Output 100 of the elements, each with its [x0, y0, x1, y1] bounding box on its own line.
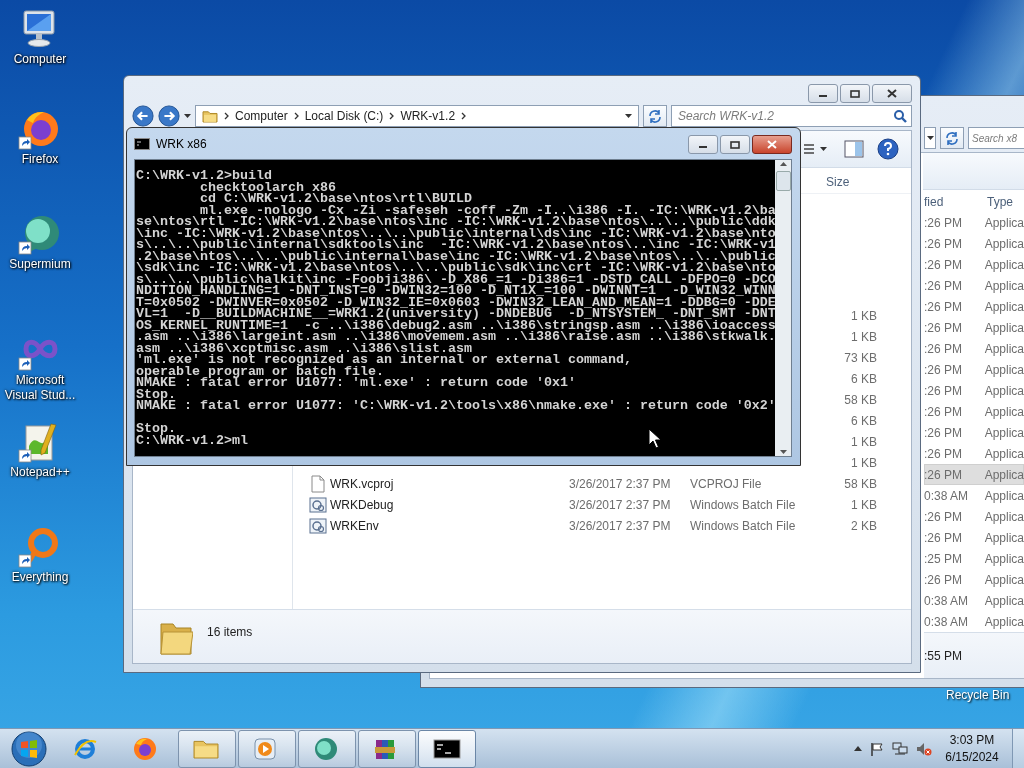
- help-button[interactable]: [877, 138, 899, 160]
- date-modified: :26 PM: [924, 404, 963, 419]
- chevron-icon: [293, 112, 299, 120]
- status-text: :55 PM: [924, 632, 1024, 678]
- windows-logo-icon: [11, 730, 47, 767]
- back-button[interactable]: [132, 105, 154, 127]
- taskbar-button[interactable]: [418, 729, 476, 768]
- file-row[interactable]: :26 PM Applica: [924, 464, 1024, 485]
- chevron-icon: [224, 112, 229, 120]
- column-header[interactable]: Size: [826, 175, 850, 189]
- file-row[interactable]: :26 PM Applica: [924, 233, 1024, 254]
- breadcrumb[interactable]: Local Disk (C:): [304, 109, 384, 123]
- caret-icon[interactable]: [854, 746, 862, 751]
- maximize-button[interactable]: [720, 135, 750, 154]
- console-line: .2\base\ntos\..\..\public\internal\base\inc -IC:\WRK-v1.2\base\ntos\..\..\public: [136, 250, 775, 262]
- file-size: 1 KB: [850, 497, 877, 512]
- flag-icon[interactable]: [870, 741, 884, 756]
- file-row[interactable]: :26 PM Applica: [924, 443, 1024, 464]
- file-name[interactable]: WRKDebug: [330, 497, 569, 512]
- refresh-icon: [647, 108, 663, 124]
- file-row[interactable]: :26 PM Applica: [924, 254, 1024, 275]
- date-modified: 3/26/2017 2:37 PM: [569, 476, 672, 491]
- scroll-up-icon[interactable]: [778, 160, 788, 169]
- column-header[interactable]: fied: [924, 195, 987, 209]
- file-row[interactable]: :25 PM Applica: [924, 548, 1024, 569]
- sphere-icon[interactable]: [18, 213, 62, 257]
- file-row[interactable]: :26 PM Applica: [924, 359, 1024, 380]
- minimize-button[interactable]: [808, 84, 838, 103]
- console-line: s\..\..\public\halkit\inc -Foobji386\ -D_X86_=1 -Di386=1 -DSTD_CALL -DFPO=0 -DCO: [136, 273, 775, 285]
- console-line: 'ml.exe' is not recognized as an internal or external command,: [136, 354, 632, 366]
- console-line: \inc -IC:\WRK-v1.2\base\ntos\..\..\public\internal\ds\inc -IC:\WRK-v1.2\base\nto: [136, 227, 775, 239]
- address-dropdown[interactable]: [924, 127, 936, 149]
- file-size: 2 KB: [850, 518, 877, 533]
- console-line: ml.exe -nologo -Cx -Zi -safeseh -coff -Zm -I..\i386 -I. -IC:\WRK-v1.2\ba: [200, 204, 775, 216]
- refresh-button[interactable]: [940, 127, 964, 149]
- gear-window-icon: [309, 495, 327, 514]
- refresh-button[interactable]: [643, 105, 667, 127]
- file-row[interactable]: :26 PM Applica: [924, 527, 1024, 548]
- file-size: 73 KB: [843, 350, 877, 365]
- close-button[interactable]: [872, 84, 912, 103]
- address-bar[interactable]: Computer Local Disk (C:) WRK-v1.2: [195, 105, 639, 127]
- file-row[interactable]: :26 PM Applica: [924, 380, 1024, 401]
- file-row[interactable]: :26 PM Applica: [924, 506, 1024, 527]
- file-row[interactable]: 0:38 AM Applica: [924, 590, 1024, 611]
- console-line: Stop.: [136, 388, 176, 400]
- clock-time[interactable]: 3:03 PM: [949, 731, 995, 749]
- date-modified: :26 PM: [924, 257, 963, 272]
- file-size: 58 KB: [843, 476, 877, 491]
- file-type: Applica: [984, 362, 1024, 377]
- caret-icon[interactable]: [625, 114, 632, 118]
- maximize-button[interactable]: [840, 84, 870, 103]
- minimize-button[interactable]: [688, 135, 718, 154]
- file-row[interactable]: :26 PM Applica: [924, 212, 1024, 233]
- file-row[interactable]: :26 PM Applica: [924, 422, 1024, 443]
- scrollbar-thumb[interactable]: [775, 171, 791, 191]
- column-header[interactable]: Type: [987, 195, 1013, 209]
- file-row[interactable]: :26 PM Applica: [924, 317, 1024, 338]
- file-type: Applica: [984, 425, 1024, 440]
- date-modified: :26 PM: [924, 467, 963, 482]
- file-row[interactable]: :26 PM Applica: [924, 275, 1024, 296]
- search-field[interactable]: Search x8: [972, 132, 1024, 144]
- file-type: Applica: [984, 593, 1024, 608]
- console-line: NMAKE : fatal error U1077: 'C:\WRK-v1.2\tools\x86\nmake.exe' : return code '0x2': [136, 400, 775, 412]
- search-box[interactable]: Search WRK-v1.2: [671, 105, 912, 127]
- console-line: VL=1 -D__BUILDMACHINE__=WRK1.2(university) -DNDEBUG -D_NTSYSTEM_ -DNT_SMT -DNT: [136, 308, 775, 320]
- search-box[interactable]: Search x8: [968, 127, 1024, 149]
- close-button[interactable]: [752, 135, 792, 154]
- clock-date[interactable]: 6/15/2024: [945, 748, 999, 766]
- search-field[interactable]: Search WRK-v1.2: [676, 108, 893, 124]
- caret-icon[interactable]: [184, 114, 191, 118]
- network-icon[interactable]: [892, 741, 908, 756]
- file-row[interactable]: 0:38 AM Applica: [924, 485, 1024, 506]
- file-name[interactable]: WRK.vcproj: [330, 476, 569, 491]
- scrollbar[interactable]: [775, 160, 791, 456]
- maximize-icon: [850, 89, 860, 98]
- icon-label: Supermium: [8, 257, 72, 272]
- date-modified: :26 PM: [924, 383, 963, 398]
- file-row[interactable]: :26 PM Applica: [924, 338, 1024, 359]
- date-modified: :26 PM: [924, 236, 963, 251]
- breadcrumb[interactable]: WRK-v1.2: [400, 109, 456, 123]
- file-row[interactable]: :26 PM Applica: [924, 569, 1024, 590]
- scroll-down-icon[interactable]: [778, 447, 788, 456]
- taskbar-button[interactable]: [358, 729, 416, 768]
- speaker-muted-icon[interactable]: [916, 741, 932, 756]
- file-row[interactable]: 0:38 AM Applica: [924, 611, 1024, 632]
- console-line: asm ..\i386\xcptmisc.asm ..\i386\slist.asm: [136, 342, 472, 354]
- file-type: Applica: [984, 551, 1024, 566]
- file-type: Windows Batch File: [690, 497, 797, 512]
- file-row[interactable]: :26 PM Applica: [924, 296, 1024, 317]
- icon-label: Firefox: [20, 152, 60, 167]
- icon-label: Everything: [10, 570, 70, 585]
- console-line: Stop.: [136, 423, 176, 435]
- breadcrumb[interactable]: Computer: [235, 109, 288, 123]
- date-modified: :26 PM: [924, 215, 963, 230]
- date-modified: :25 PM: [924, 551, 963, 566]
- file-row[interactable]: :26 PM Applica: [924, 401, 1024, 422]
- list-view-icon: [803, 143, 829, 155]
- terminal-icon: [134, 137, 150, 150]
- forward-button[interactable]: [158, 105, 180, 127]
- file-name[interactable]: WRKEnv: [330, 518, 569, 533]
